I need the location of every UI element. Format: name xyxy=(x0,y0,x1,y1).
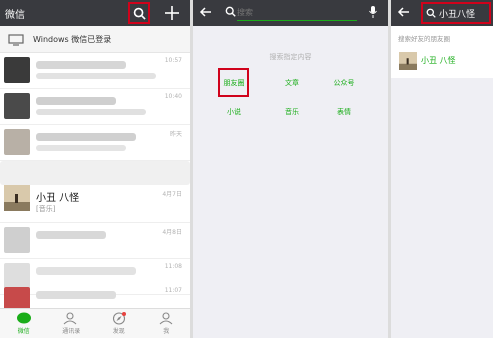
add-button[interactable] xyxy=(162,3,182,23)
tab-discover[interactable]: 发现 xyxy=(95,309,143,338)
top-bar: 微信 xyxy=(0,0,190,26)
blurred-text xyxy=(36,133,136,141)
search-bar: 小丑八怪 xyxy=(391,0,493,26)
tab-label: 我 xyxy=(163,328,170,335)
avatar xyxy=(4,185,30,211)
avatar xyxy=(4,129,30,155)
chat-time: 11:07 xyxy=(164,287,182,294)
avatar-photo xyxy=(4,185,30,211)
chat-time: 11:08 xyxy=(164,263,182,270)
plus-icon xyxy=(165,6,179,20)
chat-time: 10:40 xyxy=(164,93,182,100)
category-novels[interactable]: 小说 xyxy=(222,107,246,117)
result-item[interactable]: 小丑 八怪 xyxy=(391,46,493,74)
chat-row-xiaochou[interactable]: 小丑 八怪 [音乐] 4月7日 xyxy=(0,161,190,223)
search-icon xyxy=(133,7,146,20)
chat-row[interactable]: 10:57 xyxy=(0,53,190,89)
search-icon xyxy=(225,6,236,17)
chat-time: 10:57 xyxy=(164,57,182,64)
bottom-tab-bar: 微信 通讯录 发现 我 xyxy=(0,308,190,338)
avatar xyxy=(4,93,30,119)
search-query: 小丑八怪 xyxy=(439,9,476,20)
search-button[interactable] xyxy=(128,2,150,24)
search-results: 搜索好友的朋友圈 小丑 八怪 xyxy=(391,26,493,78)
blurred-text xyxy=(36,61,126,69)
monitor-icon xyxy=(8,34,24,46)
chat-row[interactable]: 4月8日 xyxy=(0,223,190,259)
avatar-photo xyxy=(399,52,417,70)
contact-name: 小丑 八怪 xyxy=(36,193,80,204)
results-header: 搜索好友的朋友圈 xyxy=(398,35,450,43)
blurred-text xyxy=(36,97,116,105)
avatar xyxy=(4,57,30,83)
blurred-text xyxy=(36,109,146,115)
search-screen: 搜索指定内容 朋友圈 文章 公众号 小说 音乐 表情 xyxy=(193,0,388,338)
chat-row[interactable]: 10:40 xyxy=(0,89,190,125)
back-arrow-icon[interactable] xyxy=(397,5,411,19)
person-icon xyxy=(159,312,173,325)
contacts-icon xyxy=(63,312,77,325)
avatar xyxy=(4,227,30,253)
compass-icon xyxy=(112,312,126,325)
last-message: [音乐] xyxy=(36,205,56,213)
pc-login-banner[interactable]: Windows 微信已登录 xyxy=(0,26,190,53)
category-music[interactable]: 音乐 xyxy=(277,107,307,117)
tab-label: 发现 xyxy=(112,328,125,335)
chat-time: 昨天 xyxy=(169,131,182,138)
blurred-text xyxy=(0,161,190,185)
back-arrow-icon[interactable] xyxy=(199,5,213,19)
tab-label: 微信 xyxy=(17,328,30,335)
tab-label: 通讯录 xyxy=(62,328,81,335)
chat-row[interactable]: 昨天 xyxy=(0,125,190,161)
blurred-text xyxy=(36,145,126,151)
category-moments[interactable]: 朋友圈 xyxy=(221,78,247,88)
tab-chats[interactable]: 微信 xyxy=(0,309,48,338)
search-input[interactable]: 小丑八怪 xyxy=(421,2,491,24)
pc-login-text: Windows 微信已登录 xyxy=(33,35,112,44)
chat-list-screen: 微信 Windows 微信已登录 10:57 10:40 昨天 小丑 八怪 [音… xyxy=(0,0,190,338)
app-title: 微信 xyxy=(5,10,25,21)
tab-contacts[interactable]: 通讯录 xyxy=(48,309,96,338)
chat-list: 10:57 10:40 昨天 小丑 八怪 [音乐] 4月7日 4月8日 11:0… xyxy=(0,53,190,313)
blurred-text xyxy=(36,267,136,275)
blurred-text xyxy=(36,231,106,239)
chat-time: 4月8日 xyxy=(162,229,182,236)
search-input[interactable] xyxy=(237,5,357,21)
microphone-icon[interactable] xyxy=(368,5,378,19)
category-articles[interactable]: 文章 xyxy=(277,78,307,88)
category-stickers[interactable]: 表情 xyxy=(329,107,359,117)
blurred-text xyxy=(36,73,156,79)
moments-search-screen: 小丑八怪 搜索好友的朋友圈 小丑 八怪 xyxy=(391,0,493,338)
chat-bubble-icon xyxy=(16,312,31,324)
search-icon xyxy=(426,8,436,18)
blurred-text xyxy=(36,291,116,299)
search-hint: 搜索指定内容 xyxy=(269,53,312,61)
category-official-accounts[interactable]: 公众号 xyxy=(329,78,359,88)
result-name: 小丑 八怪 xyxy=(421,56,456,65)
avatar xyxy=(399,52,417,70)
tab-me[interactable]: 我 xyxy=(143,309,191,338)
chat-time: 4月7日 xyxy=(162,191,182,198)
search-bar xyxy=(193,0,388,26)
